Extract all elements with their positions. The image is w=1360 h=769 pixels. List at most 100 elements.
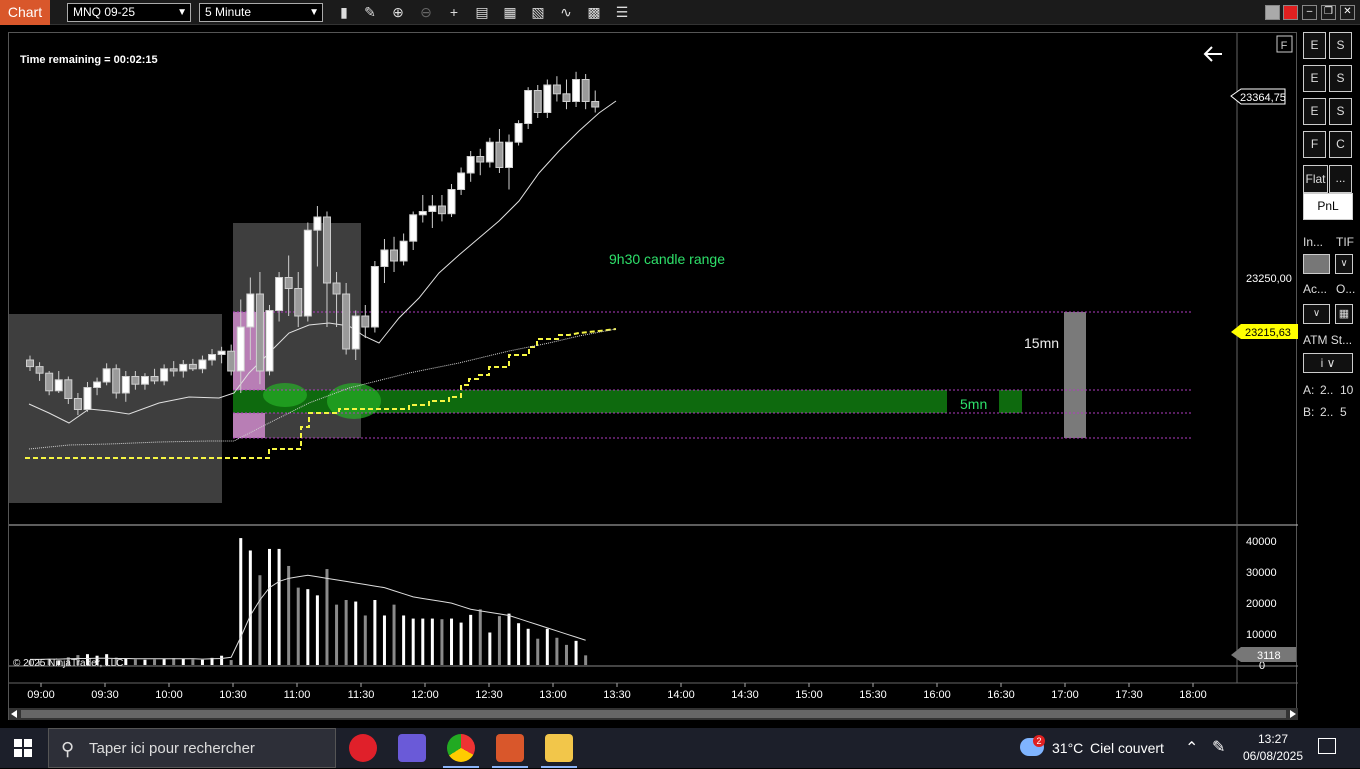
candle-body[interactable] xyxy=(428,205,437,212)
candle-body[interactable] xyxy=(236,326,245,372)
candle-body[interactable] xyxy=(35,366,44,374)
candle-body[interactable] xyxy=(552,84,561,95)
record-icon[interactable] xyxy=(1283,5,1298,20)
clock-time[interactable]: 13:27 xyxy=(1243,732,1303,746)
candle-body[interactable] xyxy=(227,350,236,372)
candle-body[interactable] xyxy=(83,387,92,410)
candle-body[interactable] xyxy=(581,79,590,102)
candle-body[interactable] xyxy=(265,310,274,372)
candle-body[interactable] xyxy=(591,101,600,108)
candle-body[interactable] xyxy=(495,141,504,168)
candle-body[interactable] xyxy=(160,368,169,382)
candle-body[interactable] xyxy=(313,216,322,231)
more-button[interactable]: ... xyxy=(1329,165,1352,193)
candle-body[interactable] xyxy=(303,229,312,317)
candle-body[interactable] xyxy=(342,293,351,350)
candle-body[interactable] xyxy=(409,214,418,242)
candle-body[interactable] xyxy=(64,379,73,399)
candle-body[interactable] xyxy=(322,216,331,284)
candle-body[interactable] xyxy=(514,123,523,143)
candle-body[interactable] xyxy=(457,172,466,190)
interval-select[interactable]: 5 Minute ▼ xyxy=(199,3,323,22)
candle-body[interactable] xyxy=(217,350,226,356)
app-tag[interactable]: Chart xyxy=(0,0,50,25)
candle-body[interactable] xyxy=(45,372,54,392)
candle-body[interactable] xyxy=(208,354,217,361)
weather-text[interactable]: Ciel couvert xyxy=(1090,740,1164,756)
candle-body[interactable] xyxy=(198,359,207,370)
chrome-icon[interactable] xyxy=(447,734,475,762)
candle-body[interactable] xyxy=(533,90,542,113)
candle-body[interactable] xyxy=(332,282,341,295)
chart-canvas[interactable]: 09:00 09:30 10:00 10:30 11:00 11:30 12:00 12:30… xyxy=(9,33,1303,721)
app-icon-circle[interactable] xyxy=(349,734,377,762)
candle-body[interactable] xyxy=(93,381,102,388)
candle-body[interactable] xyxy=(437,205,446,215)
maximize-button[interactable]: ❐ xyxy=(1321,5,1336,20)
calculator-icon[interactable]: ▦ xyxy=(1335,304,1353,324)
chevron-up-icon[interactable]: ⌃ xyxy=(1185,738,1198,758)
candle-body[interactable] xyxy=(361,315,370,328)
app-icon-clapper[interactable] xyxy=(398,734,426,762)
trader-button[interactable]: S xyxy=(1329,65,1352,92)
atm-strategy-select[interactable]: i ∨ xyxy=(1303,353,1353,373)
indicators-icon[interactable]: ▧ xyxy=(528,3,548,22)
candle-body[interactable] xyxy=(351,315,360,350)
candle-body[interactable] xyxy=(73,398,82,410)
candle-body[interactable] xyxy=(188,363,197,370)
trader-button[interactable]: S xyxy=(1329,98,1352,125)
candle-body[interactable] xyxy=(121,376,130,394)
flat-button[interactable]: Flat xyxy=(1303,165,1328,193)
candle-body[interactable] xyxy=(26,359,34,368)
data-box-icon[interactable]: ▤ xyxy=(472,3,492,22)
candle-body[interactable] xyxy=(476,156,485,163)
candle-body[interactable] xyxy=(54,379,63,392)
tif-select[interactable]: ∨ xyxy=(1335,254,1353,274)
instrument-select[interactable] xyxy=(1303,254,1330,274)
candle-body[interactable] xyxy=(370,266,379,328)
zoom-in-icon[interactable]: ⊕ xyxy=(388,3,408,22)
candle-body[interactable] xyxy=(572,79,581,102)
weather-temp[interactable]: 31°C xyxy=(1052,740,1083,756)
candle-body[interactable] xyxy=(418,211,427,216)
trader-button[interactable]: F xyxy=(1303,131,1326,158)
close-button[interactable]: ✕ xyxy=(1340,5,1355,20)
menu-icon[interactable]: ☰ xyxy=(612,3,632,22)
candle-body[interactable] xyxy=(112,368,121,394)
candle-body[interactable] xyxy=(543,84,552,113)
candle-body[interactable] xyxy=(102,368,111,383)
ninjatrader-icon[interactable] xyxy=(496,734,524,762)
candle-body[interactable] xyxy=(505,141,513,168)
candle-body[interactable] xyxy=(466,156,475,174)
taskbar-search-input[interactable]: ⚲ Taper ici pour rechercher xyxy=(48,728,336,768)
zoom-out-icon[interactable]: ⊖ xyxy=(416,3,436,22)
candle-body[interactable] xyxy=(485,141,494,163)
candle-body[interactable] xyxy=(179,363,188,372)
candle-body[interactable] xyxy=(380,249,389,267)
crosshair-icon[interactable]: + xyxy=(444,3,464,22)
candle-body[interactable] xyxy=(447,189,456,215)
candle-body[interactable] xyxy=(390,249,399,262)
candle-body[interactable] xyxy=(150,376,159,382)
drawing-tool-icon[interactable]: ✎ xyxy=(360,3,380,22)
candle-body[interactable] xyxy=(284,277,293,289)
bar-type-icon[interactable]: ▮ xyxy=(334,3,354,22)
templates-icon[interactable]: ▩ xyxy=(584,3,604,22)
trader-button[interactable]: E xyxy=(1303,32,1326,59)
pnl-button[interactable]: PnL xyxy=(1303,193,1353,220)
back-arrow-icon[interactable] xyxy=(1203,46,1222,62)
candle-body[interactable] xyxy=(246,293,255,328)
instrument-select[interactable]: MNQ 09-25 ▼ xyxy=(67,3,191,22)
candle-body[interactable] xyxy=(131,376,140,385)
candle-body[interactable] xyxy=(169,368,178,372)
trader-button[interactable]: E xyxy=(1303,65,1326,92)
windows-start-icon[interactable] xyxy=(14,739,32,757)
candle-body[interactable] xyxy=(524,90,533,124)
candle-body[interactable] xyxy=(140,376,149,385)
candle-body[interactable] xyxy=(562,93,571,102)
candle-body[interactable] xyxy=(294,288,303,317)
trader-button[interactable]: S xyxy=(1329,32,1352,59)
account-select[interactable]: ∨ xyxy=(1303,304,1330,324)
pen-icon[interactable]: ✎ xyxy=(1212,737,1225,757)
clock-date[interactable]: 06/08/2025 xyxy=(1240,749,1306,763)
